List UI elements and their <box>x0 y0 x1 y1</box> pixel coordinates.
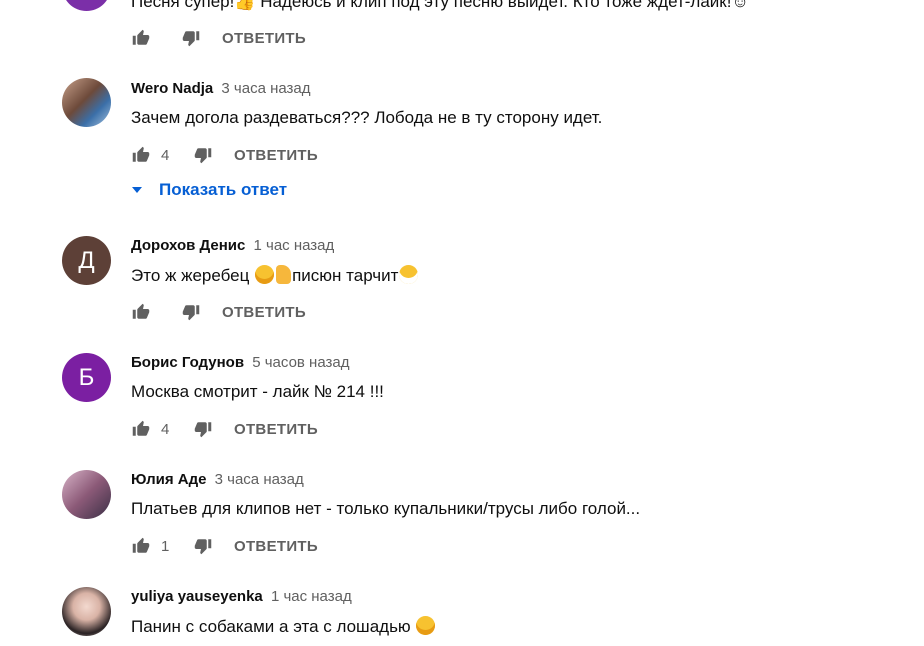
avatar[interactable] <box>62 78 111 127</box>
avatar[interactable] <box>62 470 111 519</box>
laughing-emoji-icon <box>255 265 275 284</box>
like-count: 4 <box>161 146 170 164</box>
avatar[interactable] <box>62 587 111 636</box>
like-count: 4 <box>161 420 170 438</box>
avatar-letter: Б <box>78 363 95 391</box>
comment-text: Москва смотрит - лайк № 214 !!! <box>131 382 384 401</box>
thumbs-down-icon[interactable] <box>193 146 213 164</box>
show-replies-label: Показать ответ <box>159 180 288 199</box>
avatar-letter: Д <box>78 246 95 274</box>
rofl-emoji-icon <box>416 616 436 635</box>
comment-actions: ОТВЕТИТЬ <box>131 301 306 323</box>
comment-text-part: писюн тарчит <box>292 266 399 285</box>
author-name[interactable]: yuliya yauseyenka <box>131 588 263 605</box>
reply-button[interactable]: ОТВЕТИТЬ <box>222 304 306 321</box>
comment-text-part: Это ж жеребец <box>131 266 255 285</box>
thumbs-up-icon[interactable] <box>131 303 151 321</box>
reply-button[interactable]: ОТВЕТИТЬ <box>234 147 318 164</box>
comment-time[interactable]: 5 часов назад <box>252 354 349 371</box>
comment-time[interactable]: 3 часа назад <box>215 471 304 488</box>
thumbs-up-icon[interactable] <box>131 146 151 164</box>
comment-actions: ОТВЕТИТЬ <box>131 27 306 49</box>
comment-text-part: Панин с собаками а эта с лошадью <box>131 617 411 636</box>
author-name[interactable]: Wero Nadja <box>131 80 213 97</box>
thumbs-up-icon[interactable] <box>131 420 151 438</box>
thumbs-down-icon[interactable] <box>193 537 213 555</box>
grinning-emoji-icon <box>399 265 419 284</box>
comment-text: Зачем догола раздеваться??? Лобода не в … <box>131 108 603 127</box>
comment-header: Дорохов Денис 1 час назад <box>131 237 334 254</box>
comment-actions: 1 ОТВЕТИТЬ <box>131 535 318 557</box>
like-count: 1 <box>161 537 170 555</box>
comment-header: Юлия Аде 3 часа назад <box>131 471 304 488</box>
thumbs-up-icon[interactable] <box>131 537 151 555</box>
reply-button[interactable]: ОТВЕТИТЬ <box>234 538 318 555</box>
author-name[interactable]: Дорохов Денис <box>131 237 245 254</box>
avatar[interactable]: Б <box>62 353 111 402</box>
comment-actions: 4 ОТВЕТИТЬ <box>131 144 318 166</box>
comment-text: Песня супер!👍 Надеюсь и клип под эту пес… <box>131 0 749 11</box>
avatar[interactable]: Д <box>62 236 111 285</box>
caret-down-icon <box>132 187 142 193</box>
thumbs-up-icon[interactable] <box>131 29 151 47</box>
comment-text: Платьев для клипов нет - только купальни… <box>131 499 641 518</box>
comment-time[interactable]: 1 час назад <box>271 588 352 605</box>
reply-button[interactable]: ОТВЕТИТЬ <box>222 30 306 47</box>
show-replies-button[interactable]: Показать ответ <box>131 180 287 200</box>
comment-header: yuliya yauseyenka 1 час назад <box>131 588 352 605</box>
thumbs-down-icon[interactable] <box>181 29 201 47</box>
thumbs-down-icon[interactable] <box>181 303 201 321</box>
thumbs-up-emoji-icon <box>276 265 292 284</box>
author-name[interactable]: Юлия Аде <box>131 471 206 488</box>
comment-text: Панин с собаками а эта с лошадью <box>131 616 436 637</box>
comment-header: Борис Годунов 5 часов назад <box>131 354 349 371</box>
thumbs-down-icon[interactable] <box>193 420 213 438</box>
comment-time[interactable]: 1 час назад <box>254 237 335 254</box>
comment-header: Wero Nadja 3 часа назад <box>131 80 311 97</box>
avatar[interactable] <box>62 0 111 11</box>
comment-text: Это ж жеребец писюн тарчит <box>131 265 419 286</box>
reply-button[interactable]: ОТВЕТИТЬ <box>234 421 318 438</box>
comment-time[interactable]: 3 часа назад <box>221 80 310 97</box>
author-name[interactable]: Борис Годунов <box>131 354 244 371</box>
comment-actions: 4 ОТВЕТИТЬ <box>131 418 318 440</box>
